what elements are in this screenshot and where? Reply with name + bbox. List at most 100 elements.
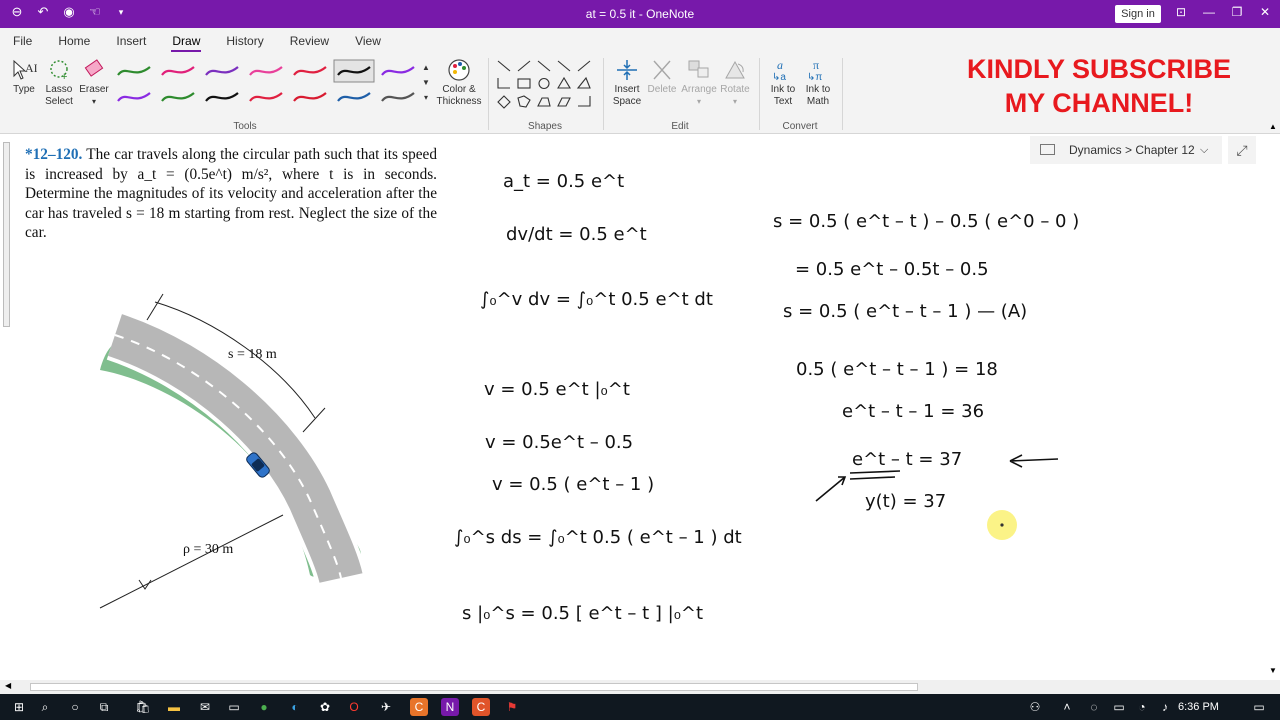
- chrome-icon[interactable]: ●: [255, 698, 273, 716]
- subscribe-line-2: MY CHANNEL!: [1004, 88, 1194, 118]
- pen-swatch[interactable]: [246, 60, 286, 82]
- ink-to-text-button[interactable]: a ↳a Ink to Text: [764, 58, 802, 108]
- tab-history[interactable]: History: [213, 28, 276, 54]
- pen-swatch[interactable]: [158, 60, 198, 82]
- problem-text: The car travels along the circular path …: [25, 146, 437, 241]
- type-button[interactable]: AI Type: [8, 58, 40, 96]
- arc-tick: [146, 293, 164, 321]
- terminal-icon[interactable]: ▭: [225, 698, 243, 716]
- ink-line: v = 0.5 ( e^t – 1 ): [492, 474, 654, 495]
- pen-swatch[interactable]: [334, 86, 374, 108]
- pen-swatch[interactable]: [114, 86, 154, 108]
- svg-text:π: π: [813, 58, 819, 72]
- battery-icon[interactable]: ▭: [1110, 698, 1128, 716]
- lasso-select-button[interactable]: + Lasso Select: [42, 58, 76, 108]
- tab-view[interactable]: View: [342, 28, 394, 54]
- pen-gallery[interactable]: [112, 58, 420, 110]
- edit-group-label: Edit: [671, 121, 689, 132]
- gallery-more-icon[interactable]: ▲ ▼ ▾: [420, 60, 432, 105]
- scroll-up-icon[interactable]: ▲: [1269, 122, 1277, 131]
- ink-line: ∫₀^s ds = ∫₀^t 0.5 ( e^t – 1 ) dt: [454, 527, 742, 548]
- pen-swatch[interactable]: [378, 60, 418, 82]
- mail-icon[interactable]: ✉: [196, 698, 214, 716]
- network-icon[interactable]: ◔: [1133, 698, 1151, 716]
- ribbon-display-icon[interactable]: ⊡: [1169, 5, 1193, 19]
- pen-swatch[interactable]: [246, 86, 286, 108]
- pin-app-icon[interactable]: ✈: [377, 698, 395, 716]
- cortana-icon[interactable]: ○: [66, 698, 84, 716]
- problem-statement: *12–120. The car travels along the circu…: [25, 145, 437, 243]
- tab-draw[interactable]: Draw: [159, 28, 213, 54]
- camtasia-icon[interactable]: C: [410, 698, 428, 716]
- convert-group-label: Convert: [782, 121, 818, 132]
- tab-home[interactable]: Home: [45, 28, 103, 54]
- pen-swatch[interactable]: [158, 86, 198, 108]
- scroll-left-icon[interactable]: ◀: [5, 681, 11, 690]
- volume-icon[interactable]: ♪: [1156, 698, 1174, 716]
- maximize-icon[interactable]: ❐: [1225, 5, 1249, 19]
- minimize-icon[interactable]: —: [1197, 5, 1221, 19]
- arrange-button[interactable]: Arrange ▾: [680, 58, 718, 108]
- onenote-taskbar-icon[interactable]: N: [441, 698, 459, 716]
- ribbon-separator: [842, 58, 843, 130]
- opera-icon[interactable]: O: [345, 698, 363, 716]
- problem-number: *12–120.: [25, 146, 83, 163]
- radius-line: [99, 514, 284, 609]
- ink-to-math-icon: π↳π: [807, 58, 822, 82]
- file-explorer-icon[interactable]: ▬: [165, 698, 183, 716]
- window-title: at = 0.5 it - OneNote: [585, 7, 695, 21]
- s-label: s = 18 m: [228, 347, 277, 362]
- vertical-scrollbar[interactable]: [0, 136, 14, 680]
- right-scrollbar[interactable]: ▲ ▼: [1266, 120, 1280, 680]
- windows-taskbar: ⊞ ⌕ ○ ⧉ 🛍 ▬ ✉ ▭ ● ◐ ✿ O ✈ C N C ⚑ ⚇ ˄ ◌ …: [0, 694, 1280, 720]
- insert-space-button[interactable]: Insert Space: [607, 58, 647, 108]
- pen-swatch[interactable]: [202, 86, 242, 108]
- left-derivation: a_t = 0.5 e^t dv/dt = 0.5 e^t ∫₀^v dv = …: [454, 171, 742, 624]
- rho-label: ρ = 30 m: [183, 542, 233, 557]
- close-icon[interactable]: ✕: [1253, 5, 1277, 19]
- color-thickness-button[interactable]: Color & Thickness: [435, 58, 483, 108]
- scroll-down-icon[interactable]: ▼: [1269, 666, 1277, 675]
- ink-to-math-button[interactable]: π ↳π Ink to Math: [800, 58, 836, 108]
- onenote-window: ⊖ ↶ ◉ ☜ ▾ at = 0.5 it - OneNote Sign in …: [0, 0, 1280, 720]
- svg-text:AI: AI: [25, 61, 37, 75]
- task-view-icon[interactable]: ⧉: [95, 698, 113, 716]
- app-icon[interactable]: ✿: [316, 698, 334, 716]
- people-icon[interactable]: ⚇: [1026, 698, 1044, 716]
- pen-swatch[interactable]: [378, 86, 418, 108]
- expand-icon[interactable]: ⤢: [1228, 136, 1256, 164]
- notifications-icon[interactable]: ▭: [1250, 698, 1268, 716]
- ink-canvas[interactable]: a_t = 0.5 e^t dv/dt = 0.5 e^t ∫₀^v dv = …: [440, 145, 1160, 645]
- tab-file[interactable]: File: [0, 28, 45, 54]
- rotate-button[interactable]: Rotate ▾: [717, 58, 753, 108]
- tray-app-icon[interactable]: ◌: [1085, 698, 1103, 716]
- chevron-down-icon[interactable]: ⌵: [1200, 136, 1208, 164]
- shapes-gallery[interactable]: [496, 58, 594, 110]
- recorder-icon[interactable]: C: [472, 698, 490, 716]
- subscribe-line-1: KINDLY SUBSCRIBE: [966, 54, 1232, 84]
- scroll-thumb[interactable]: [3, 142, 10, 327]
- pen-swatch[interactable]: [333, 59, 375, 83]
- start-icon[interactable]: ⊞: [10, 698, 28, 716]
- ink-line: e^t – t – 1 = 36: [842, 401, 984, 422]
- pen-swatch[interactable]: [202, 60, 242, 82]
- lasso-icon: +: [50, 60, 68, 82]
- tray-chevron-icon[interactable]: ˄: [1058, 698, 1076, 716]
- store-icon[interactable]: 🛍: [134, 698, 152, 716]
- tab-insert[interactable]: Insert: [103, 28, 159, 54]
- horizontal-scroll-thumb[interactable]: [30, 683, 918, 691]
- horizontal-scrollbar[interactable]: ◀: [0, 680, 1280, 694]
- subscribe-overlay: KINDLY SUBSCRIBE MY CHANNEL!: [940, 52, 1258, 120]
- pen-swatch[interactable]: [290, 86, 330, 108]
- pen-swatch[interactable]: [290, 60, 330, 82]
- tab-review[interactable]: Review: [277, 28, 342, 54]
- sign-in-button[interactable]: Sign in: [1115, 5, 1161, 23]
- search-icon[interactable]: ⌕: [36, 698, 54, 716]
- pen-swatch[interactable]: [114, 60, 154, 82]
- delete-button[interactable]: Delete: [645, 58, 679, 96]
- eraser-button[interactable]: Eraser ▾: [78, 58, 110, 108]
- ribbon-separator: [759, 58, 760, 130]
- acrobat-icon[interactable]: ⚑: [503, 698, 521, 716]
- edge-icon[interactable]: ◐: [286, 698, 304, 716]
- delete-x-icon: [653, 60, 671, 80]
